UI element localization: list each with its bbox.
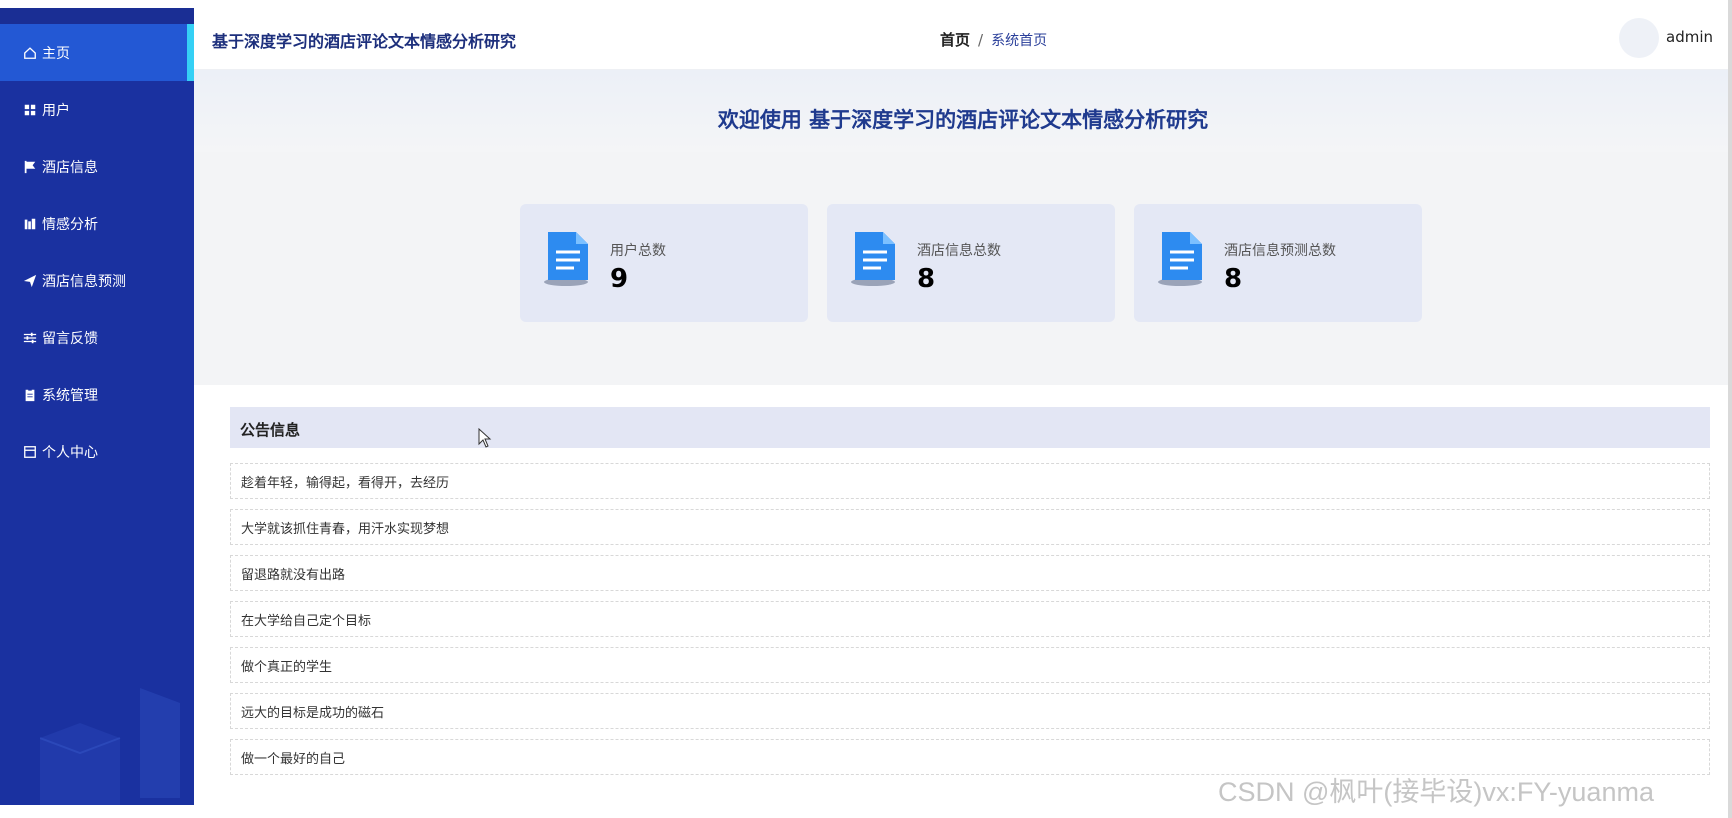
window-right-edge [1728, 0, 1732, 818]
stat-label: 酒店信息预测总数 [1224, 243, 1336, 259]
decorative-cubes-icon [40, 688, 180, 805]
sidebar-item-profile[interactable]: 个人中心 [0, 423, 194, 480]
breadcrumb-current: 系统首页 [991, 32, 1048, 49]
sidebar-item-label: 留言反馈 [42, 330, 98, 347]
stat-value: 8 [1224, 264, 1243, 294]
stat-card-users: 用户总数 9 [520, 204, 808, 322]
breadcrumb-separator: / [978, 30, 984, 49]
notice-item[interactable]: 趁着年轻，输得起，看得开，去经历 [230, 463, 1710, 499]
sidebar-item-sentiment[interactable]: 情感分析 [0, 195, 194, 252]
sidebar-item-home[interactable]: 主页 [0, 24, 194, 81]
stat-label: 用户总数 [610, 243, 666, 259]
document-icon [851, 232, 895, 286]
sidebar-item-label: 情感分析 [42, 216, 98, 233]
sidebar-item-label: 系统管理 [42, 387, 98, 404]
avatar[interactable] [1619, 18, 1659, 58]
notice-panel-header: 公告信息 [230, 407, 1710, 448]
window-icon [22, 444, 38, 460]
notice-item[interactable]: 在大学给自己定个目标 [230, 601, 1710, 637]
stat-card-hotel-info: 酒店信息总数 8 [827, 204, 1115, 322]
top-header: 基于深度学习的酒店评论文本情感分析研究 首页 / 系统首页 admin [194, 0, 1732, 70]
sidebar-item-label: 主页 [42, 45, 70, 62]
notice-panel-title: 公告信息 [240, 421, 301, 439]
notice-panel: 公告信息 趁着年轻，输得起，看得开，去经历 大学就该抓住青春，用汗水实现梦想 留… [212, 390, 1726, 805]
send-icon [22, 273, 38, 289]
stat-value: 8 [917, 264, 936, 294]
sliders-icon [22, 330, 38, 346]
stats-area: 用户总数 9 酒店信息总数 8 酒店信息预测总数 8 [194, 152, 1732, 385]
stat-card-hotel-prediction: 酒店信息预测总数 8 [1134, 204, 1422, 322]
sidebar-top-strip [0, 8, 194, 24]
sidebar-item-label: 酒店信息预测 [42, 273, 126, 290]
sidebar-item-users[interactable]: 用户 [0, 81, 194, 138]
stat-label: 酒店信息总数 [917, 243, 1001, 259]
notice-item[interactable]: 做个真正的学生 [230, 647, 1710, 683]
sidebar-item-hotel-info[interactable]: 酒店信息 [0, 138, 194, 195]
notice-item[interactable]: 远大的目标是成功的磁石 [230, 693, 1710, 729]
chart-icon [22, 216, 38, 232]
document-icon [1158, 232, 1202, 286]
welcome-text: 欢迎使用 基于深度学习的酒店评论文本情感分析研究 [717, 108, 1209, 132]
sidebar-item-label: 酒店信息 [42, 159, 98, 176]
home-icon [22, 45, 38, 61]
sidebar-item-hotel-prediction[interactable]: 酒店信息预测 [0, 252, 194, 309]
app-title: 基于深度学习的酒店评论文本情感分析研究 [212, 32, 517, 51]
welcome-banner: 欢迎使用 基于深度学习的酒店评论文本情感分析研究 [194, 70, 1732, 152]
flag-icon [22, 159, 38, 175]
stat-value: 9 [610, 264, 629, 294]
username[interactable]: admin [1666, 28, 1713, 46]
sidebar-item-label: 用户 [42, 102, 70, 119]
document-icon [544, 232, 588, 286]
sidebar-item-system[interactable]: 系统管理 [0, 366, 194, 423]
clipboard-icon [22, 387, 38, 403]
watermark: CSDN @枫叶(接毕设)vx:FY-yuanma [1218, 777, 1654, 807]
breadcrumb-home[interactable]: 首页 [940, 29, 970, 50]
mouse-cursor-icon [478, 428, 492, 448]
grid-icon [22, 102, 38, 118]
sidebar: 主页 用户 酒店信息 情感分析 酒店信息预测 留言反馈 系统管理 个人中心 [0, 8, 194, 805]
sidebar-item-label: 个人中心 [42, 444, 98, 461]
notice-item[interactable]: 留退路就没有出路 [230, 555, 1710, 591]
notice-item[interactable]: 大学就该抓住青春，用汗水实现梦想 [230, 509, 1710, 545]
breadcrumb: 首页 / 系统首页 [940, 29, 1047, 50]
sidebar-item-feedback[interactable]: 留言反馈 [0, 309, 194, 366]
